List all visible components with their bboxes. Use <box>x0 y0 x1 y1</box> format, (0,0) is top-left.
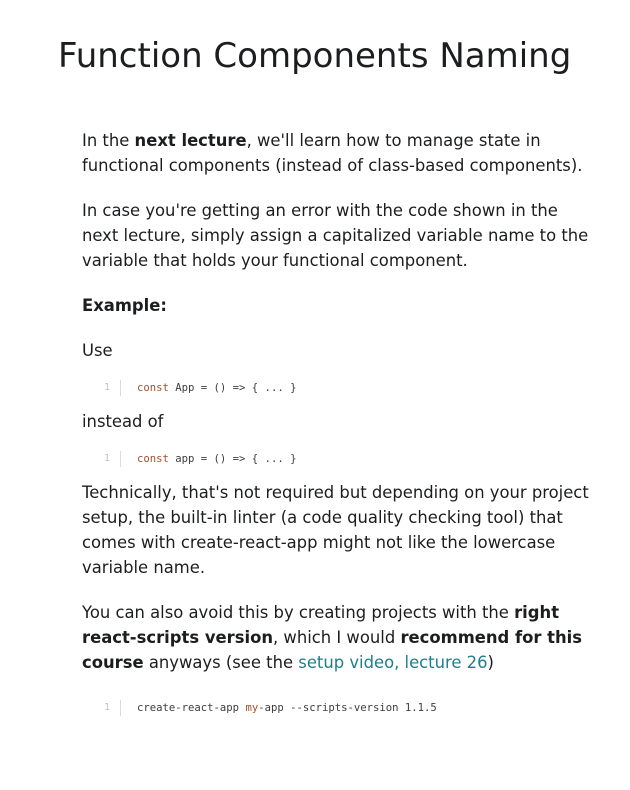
intro-paragraph: In the next lecture, we'll learn how to … <box>82 128 592 178</box>
code-keyword: const <box>137 453 169 465</box>
linter-paragraph: Technically, that's not required but dep… <box>82 483 589 577</box>
intro-bold-text: next lecture <box>134 131 247 150</box>
version-text-3: anyways (see the <box>143 653 299 672</box>
use-label: Use <box>82 341 113 360</box>
line-number: 1 <box>82 380 121 396</box>
code-rest: -app --scripts-version 1.1.5 <box>258 702 437 714</box>
code-block-instead: 1 const app = () => { ... } <box>82 446 592 472</box>
error-paragraph: In case you're getting an error with the… <box>82 201 589 270</box>
code-rest: app = () => { ... } <box>168 453 297 465</box>
code-keyword: my <box>245 702 259 714</box>
code-rest: App = () => { ... } <box>168 382 297 394</box>
intro-text: In the <box>82 131 135 150</box>
example-label: Example: <box>82 296 167 315</box>
code-keyword: const <box>137 382 169 394</box>
code-line: const app = () => { ... } <box>121 451 296 467</box>
setup-video-link[interactable]: setup video, lecture 26 <box>298 653 487 672</box>
code-line: const App = () => { ... } <box>121 380 296 396</box>
lecture-content: In the next lecture, we'll learn how to … <box>82 128 592 729</box>
version-text-2: , which I would <box>273 628 401 647</box>
line-number: 1 <box>82 451 121 467</box>
example-heading: Example: <box>82 293 592 318</box>
code-block-cli: 1 create-react-app my-app --scripts-vers… <box>82 695 592 721</box>
page-title: Function Components Naming <box>58 36 572 76</box>
code-line: create-react-app my-app --scripts-versio… <box>121 700 437 716</box>
version-paragraph: You can also avoid this by creating proj… <box>82 600 592 675</box>
version-text-4: ) <box>487 653 494 672</box>
code-command: create-react-app <box>137 702 246 714</box>
instead-label: instead of <box>82 412 164 431</box>
version-text: You can also avoid this by creating proj… <box>82 603 515 622</box>
line-number: 1 <box>82 700 121 716</box>
code-block-use: 1 const App = () => { ... } <box>82 375 592 401</box>
